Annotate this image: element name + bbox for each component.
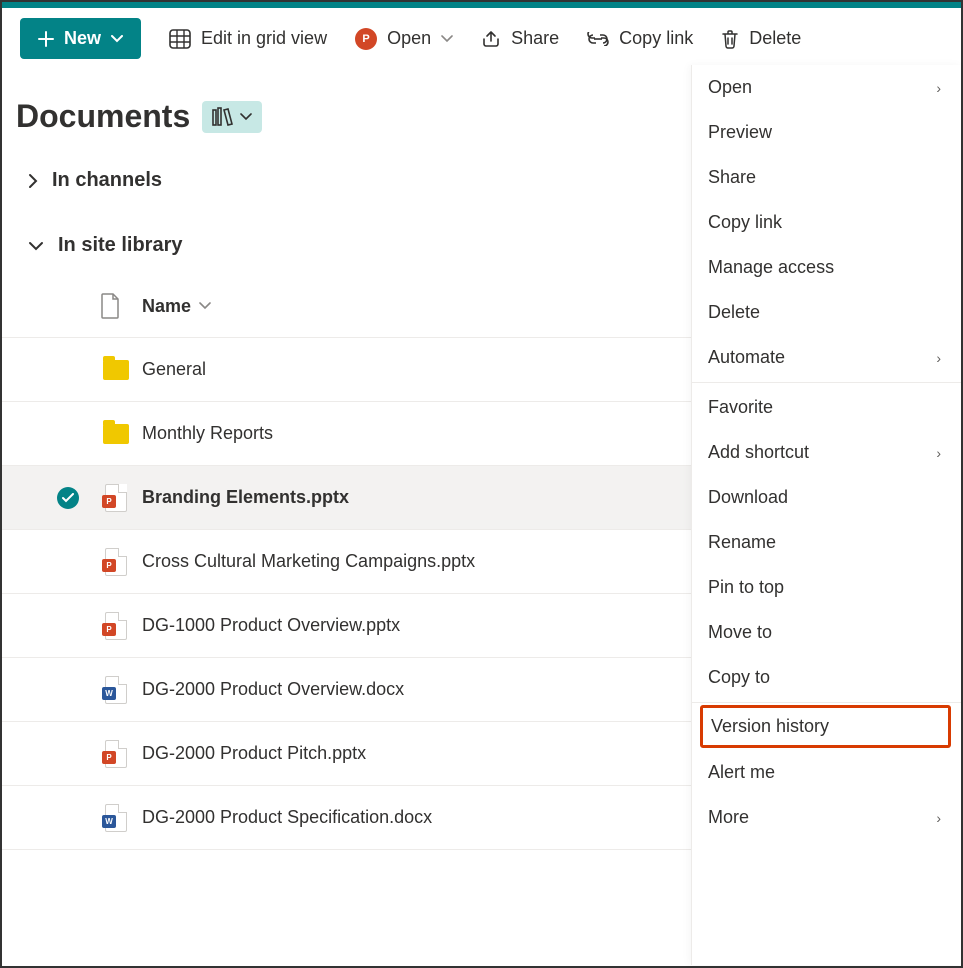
ctx-more[interactable]: More › xyxy=(692,795,961,840)
chevron-down-icon xyxy=(240,113,252,121)
word-file-icon: W xyxy=(90,804,142,832)
delete-button[interactable]: Delete xyxy=(721,28,801,49)
ctx-alert-me[interactable]: Alert me xyxy=(692,750,961,795)
chevron-right-icon: › xyxy=(936,350,941,366)
ctx-pin-to-top[interactable]: Pin to top xyxy=(692,565,961,610)
ctx-label: Delete xyxy=(708,302,760,323)
chevron-down-icon xyxy=(111,35,123,43)
powerpoint-file-icon: P xyxy=(90,612,142,640)
file-generic-icon xyxy=(100,293,120,319)
ctx-favorite[interactable]: Favorite xyxy=(692,385,961,430)
powerpoint-file-icon: P xyxy=(90,484,142,512)
ctx-move-to[interactable]: Move to xyxy=(692,610,961,655)
section-label: In channels xyxy=(52,169,162,192)
ctx-label: Download xyxy=(708,487,788,508)
plus-icon xyxy=(38,31,54,47)
ctx-label: Automate xyxy=(708,347,785,368)
row-select-slot[interactable] xyxy=(46,487,90,509)
delete-label: Delete xyxy=(749,28,801,49)
link-icon xyxy=(587,32,609,46)
new-button[interactable]: New xyxy=(20,18,141,59)
checkmark-icon xyxy=(57,487,79,509)
chevron-down-icon xyxy=(28,241,44,251)
powerpoint-file-icon: P xyxy=(90,740,142,768)
edit-grid-view-button[interactable]: Edit in grid view xyxy=(169,28,327,49)
column-header-name[interactable]: Name xyxy=(142,296,211,317)
chevron-right-icon: › xyxy=(936,80,941,96)
ctx-label: Open xyxy=(708,77,752,98)
share-icon xyxy=(481,29,501,49)
ctx-label: Alert me xyxy=(708,762,775,783)
ctx-automate[interactable]: Automate › xyxy=(692,335,961,380)
ctx-share[interactable]: Share xyxy=(692,155,961,200)
ctx-label: Copy link xyxy=(708,212,782,233)
word-file-icon: W xyxy=(90,676,142,704)
ctx-download[interactable]: Download xyxy=(692,475,961,520)
powerpoint-icon: P xyxy=(355,28,377,50)
ctx-label: More xyxy=(708,807,749,828)
ctx-delete[interactable]: Delete xyxy=(692,290,961,335)
edit-grid-view-label: Edit in grid view xyxy=(201,28,327,49)
chevron-right-icon: › xyxy=(936,445,941,461)
folder-icon xyxy=(90,424,142,444)
ctx-label: Favorite xyxy=(708,397,773,418)
new-button-label: New xyxy=(64,28,101,49)
ctx-label: Move to xyxy=(708,622,772,643)
share-button[interactable]: Share xyxy=(481,28,559,49)
ctx-label: Preview xyxy=(708,122,772,143)
divider xyxy=(692,702,961,703)
ctx-version-history[interactable]: Version history xyxy=(700,705,951,748)
ctx-preview[interactable]: Preview xyxy=(692,110,961,155)
open-label: Open xyxy=(387,28,431,49)
chevron-down-icon xyxy=(441,35,453,43)
ctx-label: Share xyxy=(708,167,756,188)
ctx-open[interactable]: Open › xyxy=(692,65,961,110)
ctx-manage-access[interactable]: Manage access xyxy=(692,245,961,290)
library-view-switcher[interactable] xyxy=(202,101,262,133)
ctx-label: Rename xyxy=(708,532,776,553)
trash-icon xyxy=(721,29,739,49)
chevron-right-icon xyxy=(28,173,38,189)
chevron-down-icon xyxy=(199,302,211,310)
ctx-label: Manage access xyxy=(708,257,834,278)
grid-icon xyxy=(169,29,191,49)
open-button[interactable]: P Open xyxy=(355,28,453,50)
ctx-rename[interactable]: Rename xyxy=(692,520,961,565)
copy-link-button[interactable]: Copy link xyxy=(587,28,693,49)
section-label: In site library xyxy=(58,234,183,257)
ctx-copy-to[interactable]: Copy to xyxy=(692,655,961,700)
ctx-copy-link[interactable]: Copy link xyxy=(692,200,961,245)
copy-link-label: Copy link xyxy=(619,28,693,49)
powerpoint-file-icon: P xyxy=(90,548,142,576)
column-header-name-label: Name xyxy=(142,296,191,317)
ctx-label: Copy to xyxy=(708,667,770,688)
folder-icon xyxy=(90,360,142,380)
ctx-label: Pin to top xyxy=(708,577,784,598)
chevron-right-icon: › xyxy=(936,810,941,826)
ctx-label: Version history xyxy=(711,716,829,736)
library-icon xyxy=(212,107,234,127)
page-title: Documents xyxy=(16,98,190,135)
share-label: Share xyxy=(511,28,559,49)
ctx-add-shortcut[interactable]: Add shortcut › xyxy=(692,430,961,475)
ctx-label: Add shortcut xyxy=(708,442,809,463)
divider xyxy=(692,382,961,383)
context-menu: Open › Preview Share Copy link Manage acc… xyxy=(691,65,961,965)
